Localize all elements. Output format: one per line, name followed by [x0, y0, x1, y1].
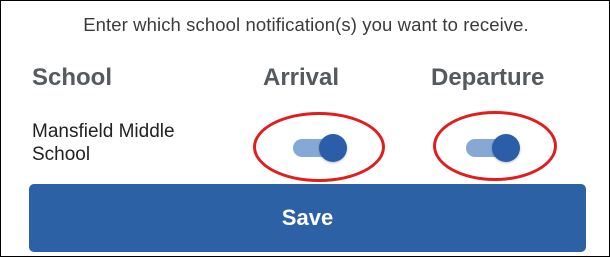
instructions-text: Enter which school notification(s) you w…: [83, 14, 529, 35]
departure-toggle-knob: [492, 134, 520, 162]
arrival-toggle-knob: [319, 134, 347, 162]
notification-settings-panel: Enter which school notification(s) you w…: [0, 0, 610, 257]
save-button[interactable]: Save: [29, 184, 586, 252]
arrival-toggle[interactable]: [291, 134, 347, 162]
school-name: Mansfield Middle School: [32, 121, 175, 165]
column-header-arrival: Arrival: [263, 64, 340, 91]
departure-toggle[interactable]: [464, 134, 520, 162]
column-header-departure: Departure: [431, 64, 545, 91]
column-header-school: School: [32, 64, 113, 91]
